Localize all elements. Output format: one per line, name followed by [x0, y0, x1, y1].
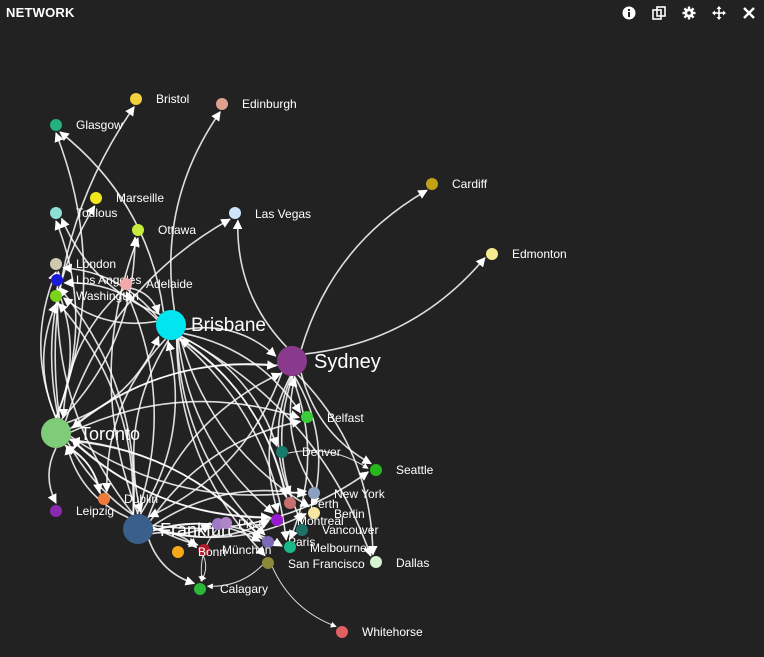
node-marker[interactable] [172, 546, 184, 558]
node-marker[interactable] [90, 192, 102, 204]
node-label: Bristol [156, 92, 189, 106]
node-edmonton[interactable]: Edmonton [486, 247, 567, 261]
node-label: Melbourne [310, 541, 367, 555]
node-label: Denver [302, 445, 341, 459]
node-label: Toulous [76, 206, 117, 220]
node-label: New York [334, 487, 386, 501]
node-cardiff[interactable]: Cardiff [426, 177, 488, 191]
node-marker[interactable] [426, 178, 438, 190]
node-san-francisco[interactable]: San Francisco [262, 557, 365, 571]
node-marker[interactable] [130, 93, 142, 105]
edge-dublin-to-toronto [65, 446, 102, 495]
node-marker[interactable] [50, 290, 62, 302]
node-label: Adelaide [146, 277, 193, 291]
node-marker[interactable] [220, 517, 232, 529]
edge-frankfurt-to-calagary [148, 539, 196, 586]
node-label: Ottawa [158, 223, 196, 237]
node-label: Washington [76, 289, 139, 303]
node-marker[interactable] [284, 497, 296, 509]
node-marker[interactable] [50, 207, 62, 219]
node-leipzig[interactable]: Leipzig [50, 504, 114, 518]
node-label: Pisa [238, 517, 262, 531]
node-calagary[interactable]: Calagary [194, 582, 268, 596]
node-marker[interactable] [301, 411, 313, 423]
node-label: Glasgow [76, 118, 123, 132]
node-label: Cardiff [452, 177, 488, 191]
node-label: Vancouver [322, 523, 378, 537]
node-label: Las Vegas [255, 207, 311, 221]
node-sydney[interactable]: Sydney [277, 346, 381, 376]
node-label: Dallas [396, 556, 429, 570]
node-seattle[interactable]: Seattle [370, 463, 434, 477]
node-edinburgh[interactable]: Edinburgh [216, 97, 297, 111]
node-marker[interactable] [229, 207, 241, 219]
node-label: München [222, 543, 271, 557]
node-whitehorse[interactable]: Whitehorse [336, 625, 423, 639]
edge-san-francisco-to-whitehorse [271, 566, 337, 628]
node-label: Sydney [314, 351, 381, 373]
node-marker[interactable] [156, 310, 186, 340]
node-marker[interactable] [50, 119, 62, 131]
node-label: Edmonton [512, 247, 567, 261]
node-london[interactable]: London [50, 257, 116, 271]
node-pisa[interactable]: Pisa [220, 517, 262, 531]
node-toulous[interactable]: Toulous [50, 206, 117, 220]
node-marker[interactable] [370, 464, 382, 476]
node-marker[interactable] [277, 346, 307, 376]
node-bristol[interactable]: Bristol [130, 92, 189, 106]
node-las-vegas[interactable]: Las Vegas [229, 207, 311, 221]
node-marker[interactable] [262, 557, 274, 569]
network-graph[interactable]: Bristol EdinburghGlasgowCardiffMarseilleT… [0, 0, 764, 657]
node-brisbane[interactable]: Brisbane [156, 310, 266, 340]
node-marker[interactable] [132, 224, 144, 236]
node-dallas[interactable]: Dallas [370, 556, 429, 570]
node-marker[interactable] [50, 505, 62, 517]
node-label: Calagary [220, 582, 268, 596]
node-marker[interactable] [336, 626, 348, 638]
node-label: Dublin [124, 492, 158, 506]
edge-sydney-to-edmonton [305, 257, 486, 355]
node-marker[interactable] [216, 98, 228, 110]
node-marker[interactable] [41, 418, 71, 448]
node-toronto[interactable]: Toronto [41, 418, 140, 448]
node-marker[interactable] [123, 514, 153, 544]
node-label: Leipzig [76, 504, 114, 518]
node-label: London [76, 257, 116, 271]
node-unlabeled[interactable] [172, 546, 184, 558]
node-marker[interactable] [194, 583, 206, 595]
node-label: Edinburgh [242, 97, 297, 111]
node-label: Belfast [327, 411, 364, 425]
node-marker[interactable] [370, 556, 382, 568]
node-layer: Bristol EdinburghGlasgowCardiffMarseilleT… [41, 92, 567, 639]
node-label: Toronto [80, 424, 140, 444]
edge-sydney-to-cardiff [300, 189, 428, 350]
node-label: Seattle [396, 463, 434, 477]
node-marker[interactable] [284, 541, 296, 553]
node-marker[interactable] [50, 258, 62, 270]
node-marseille[interactable]: Marseille [90, 191, 164, 205]
node-label: Brisbane [191, 315, 266, 336]
node-label: Marseille [116, 191, 164, 205]
node-label: Whitehorse [362, 625, 423, 639]
node-denver[interactable]: Denver [276, 445, 341, 459]
node-belfast[interactable]: Belfast [301, 411, 364, 425]
node-marker[interactable] [276, 446, 288, 458]
node-label: San Francisco [288, 557, 365, 571]
node-marker[interactable] [486, 248, 498, 260]
node-marker[interactable] [271, 514, 283, 526]
node-marker[interactable] [51, 274, 63, 286]
node-glasgow[interactable]: Glasgow [50, 118, 123, 132]
edge-toronto-to-leipzig [47, 447, 57, 504]
